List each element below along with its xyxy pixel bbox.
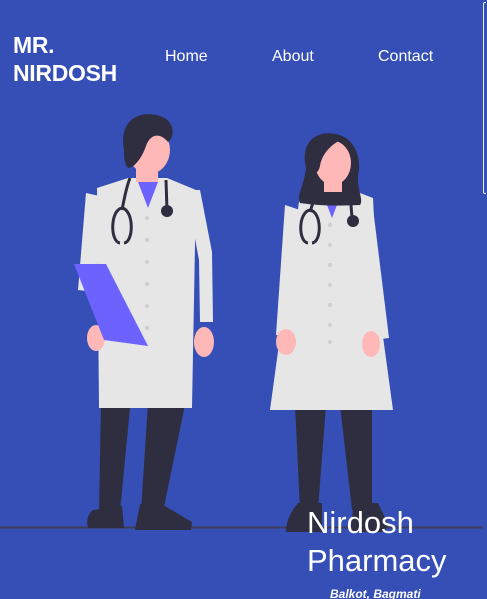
hero-title: Nirdosh Pharmacy — [307, 504, 482, 580]
page-scrollbar[interactable] — [483, 0, 487, 599]
female-doctor-figure — [270, 133, 393, 532]
hero-title-line-1: Nirdosh — [307, 505, 414, 540]
male-doctor-figure — [74, 114, 214, 530]
hero-subtitle: Balkot, Bagmati — [330, 587, 421, 599]
landing-page: MR. NIRDOSH Home About Contact Nirdosh P… — [0, 0, 487, 599]
hero-title-line-2: Pharmacy — [307, 543, 447, 578]
scrollbar-thumb[interactable] — [483, 2, 486, 194]
